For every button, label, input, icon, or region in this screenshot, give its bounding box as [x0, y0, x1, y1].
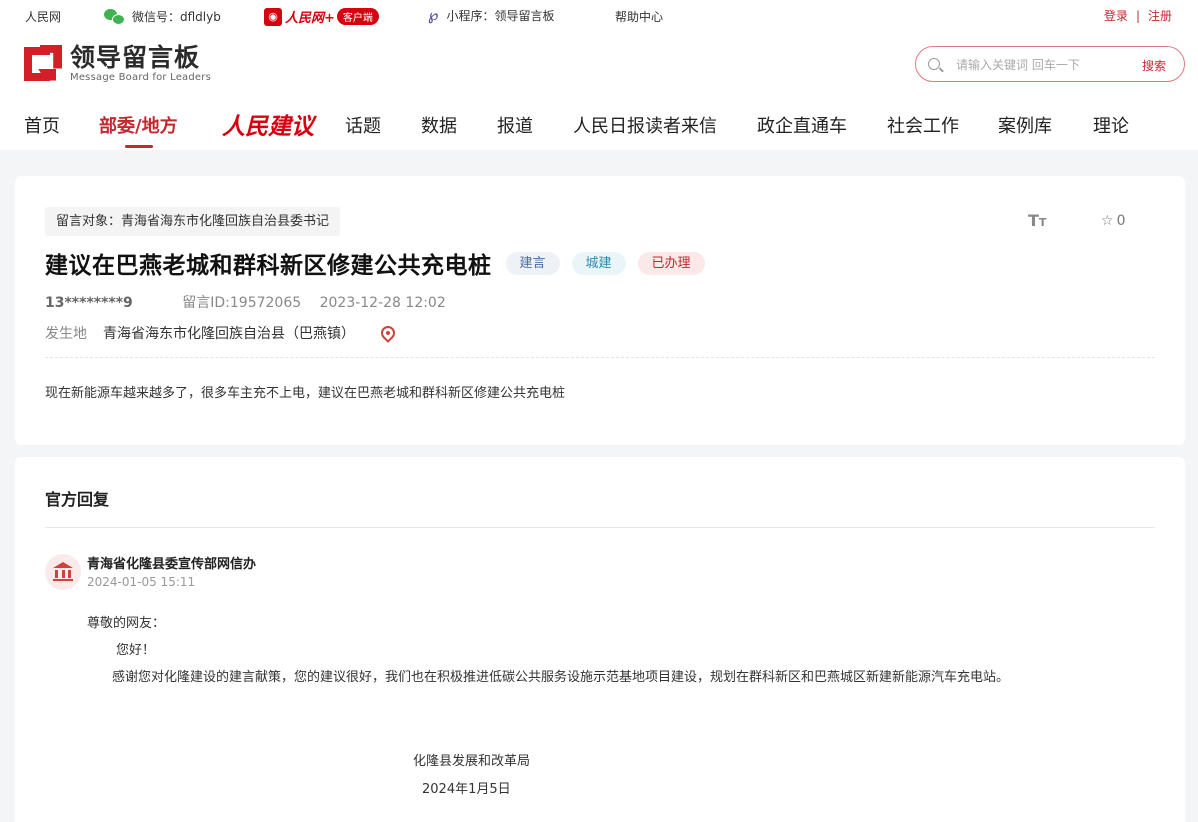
- tag-suggestion: 建言: [505, 251, 560, 275]
- miniprogram-icon: ℘: [428, 6, 439, 24]
- nav-item-data[interactable]: 数据: [421, 112, 457, 138]
- message-card: 留言对象：青海省海东市化隆回族自治县委书记 TT ☆ 0 建议在巴燕老城和群科新区…: [15, 176, 1185, 445]
- font-size-icon[interactable]: TT: [1028, 211, 1046, 230]
- nav-item-theory[interactable]: 理论: [1093, 112, 1129, 138]
- reply-time: 2024-01-05 15:11: [87, 575, 196, 589]
- site-label: 人民网: [25, 10, 62, 24]
- search-input[interactable]: [956, 55, 1131, 75]
- status-badge: 已办理: [637, 251, 705, 275]
- rmw-client-badge: 客户端: [336, 8, 379, 25]
- message-content: 现在新能源车越来越多了，很多车主充不上电，建议在巴燕老城和群科新区修建公共充电桩: [45, 386, 566, 401]
- government-building-icon: [45, 554, 81, 590]
- message-id: 留言ID:19572065: [182, 295, 302, 311]
- register-link[interactable]: 注册: [1148, 9, 1172, 23]
- favorite-button[interactable]: ☆ 0: [1101, 213, 1125, 229]
- location-value: 青海省海东市化隆回族自治县（巴燕镇）: [103, 326, 355, 342]
- nav-item-topics[interactable]: 话题: [345, 112, 381, 138]
- message-title: 建议在巴燕老城和群科新区修建公共充电桩: [45, 253, 492, 279]
- reply-card: 官方回复 青海省化隆县委宣传部网信办 2024-01-05 15:11 尊敬的网…: [15, 457, 1185, 822]
- message-author: 13********9: [45, 295, 133, 311]
- site-header: 领导留言板 Message Board for Leaders 搜索 首页 部委…: [0, 32, 1198, 150]
- message-time: 2023-12-28 12:02: [319, 295, 446, 311]
- font-size-icon-small: T: [1038, 216, 1047, 229]
- nav-item-social-work[interactable]: 社会工作: [887, 112, 959, 138]
- rmw-logo-text: 人民网+: [285, 11, 335, 26]
- wechat-label: 微信号：dfldlyb: [132, 10, 221, 24]
- nav-item-people-suggestions[interactable]: 人民建议: [222, 107, 314, 141]
- location-label: 发生地: [45, 326, 87, 342]
- logo-title: 领导留言板: [70, 43, 201, 72]
- nav-item-case-library[interactable]: 案例库: [998, 112, 1052, 138]
- divider: [45, 527, 1155, 528]
- nav-item-reports[interactable]: 报道: [497, 112, 533, 138]
- reply-org-name: 青海省化隆县委宣传部网信办: [87, 557, 257, 572]
- auth-links: 登录 | 注册: [1104, 7, 1172, 24]
- miniprogram-label: 小程序：领导留言板: [446, 8, 555, 23]
- favorite-count: 0: [1116, 213, 1126, 229]
- site-logo[interactable]: 领导留言板 Message Board for Leaders: [24, 44, 211, 83]
- top-bar: 人民网 微信号：dfldlyb ◉ 人民网+ 客户端 ℘ 小程序：领导留言板 帮…: [0, 0, 1198, 32]
- search-button[interactable]: 搜索: [1142, 57, 1166, 74]
- reply-text: 感谢您对化隆建设的建言献策，您的建议很好，我们也在积极推进低碳公共服务设施示范基…: [112, 670, 1010, 685]
- font-size-icon-large: T: [1028, 211, 1039, 230]
- message-target[interactable]: 留言对象：青海省海东市化隆回族自治县委书记: [45, 207, 341, 236]
- help-center-label: 帮助中心: [615, 10, 664, 24]
- rmw-logo-icon: ◉: [264, 7, 282, 26]
- search-icon: [928, 58, 940, 70]
- reply-body: 尊敬的网友： 您好！ 感谢您对化隆建设的建言献策，您的建议很好，我们也在积极推进…: [87, 610, 1009, 691]
- search-box: 搜索: [915, 46, 1185, 82]
- nav-item-ministries-local[interactable]: 部委/地方: [99, 112, 178, 148]
- nav-item-enterprise-express[interactable]: 政企直通车: [757, 112, 847, 138]
- miniprogram-link[interactable]: ℘ 小程序：领导留言板: [428, 6, 554, 24]
- logo-subtitle: Message Board for Leaders: [70, 72, 212, 83]
- wechat-link[interactable]: 微信号：dfldlyb: [104, 8, 221, 25]
- location-pin-icon[interactable]: [378, 323, 398, 343]
- logo-mark-icon: [24, 44, 62, 83]
- divider: [45, 357, 1155, 358]
- reply-signature: 化隆县发展和改革局: [413, 754, 531, 769]
- auth-separator: |: [1135, 9, 1140, 23]
- site-link[interactable]: 人民网: [25, 8, 61, 25]
- nav-item-home[interactable]: 首页: [24, 112, 60, 138]
- reply-greeting: 尊敬的网友：: [87, 616, 166, 631]
- wechat-icon: [104, 9, 125, 25]
- star-icon: ☆: [1101, 213, 1114, 229]
- help-center-link[interactable]: 帮助中心: [615, 8, 663, 25]
- login-link[interactable]: 登录: [1104, 9, 1128, 23]
- reply-heading: 官方回复: [45, 490, 110, 509]
- reply-hello: 您好！: [116, 643, 156, 658]
- reply-date: 2024年1月5日: [422, 782, 511, 797]
- rmw-client-link[interactable]: ◉ 人民网+ 客户端: [264, 7, 379, 26]
- tag-urban-construction: 城建: [571, 251, 626, 275]
- main-nav: 首页 部委/地方 人民建议 话题 数据 报道 人民日报读者来信 政企直通车 社会…: [0, 110, 1198, 150]
- nav-item-reader-letters[interactable]: 人民日报读者来信: [573, 112, 717, 138]
